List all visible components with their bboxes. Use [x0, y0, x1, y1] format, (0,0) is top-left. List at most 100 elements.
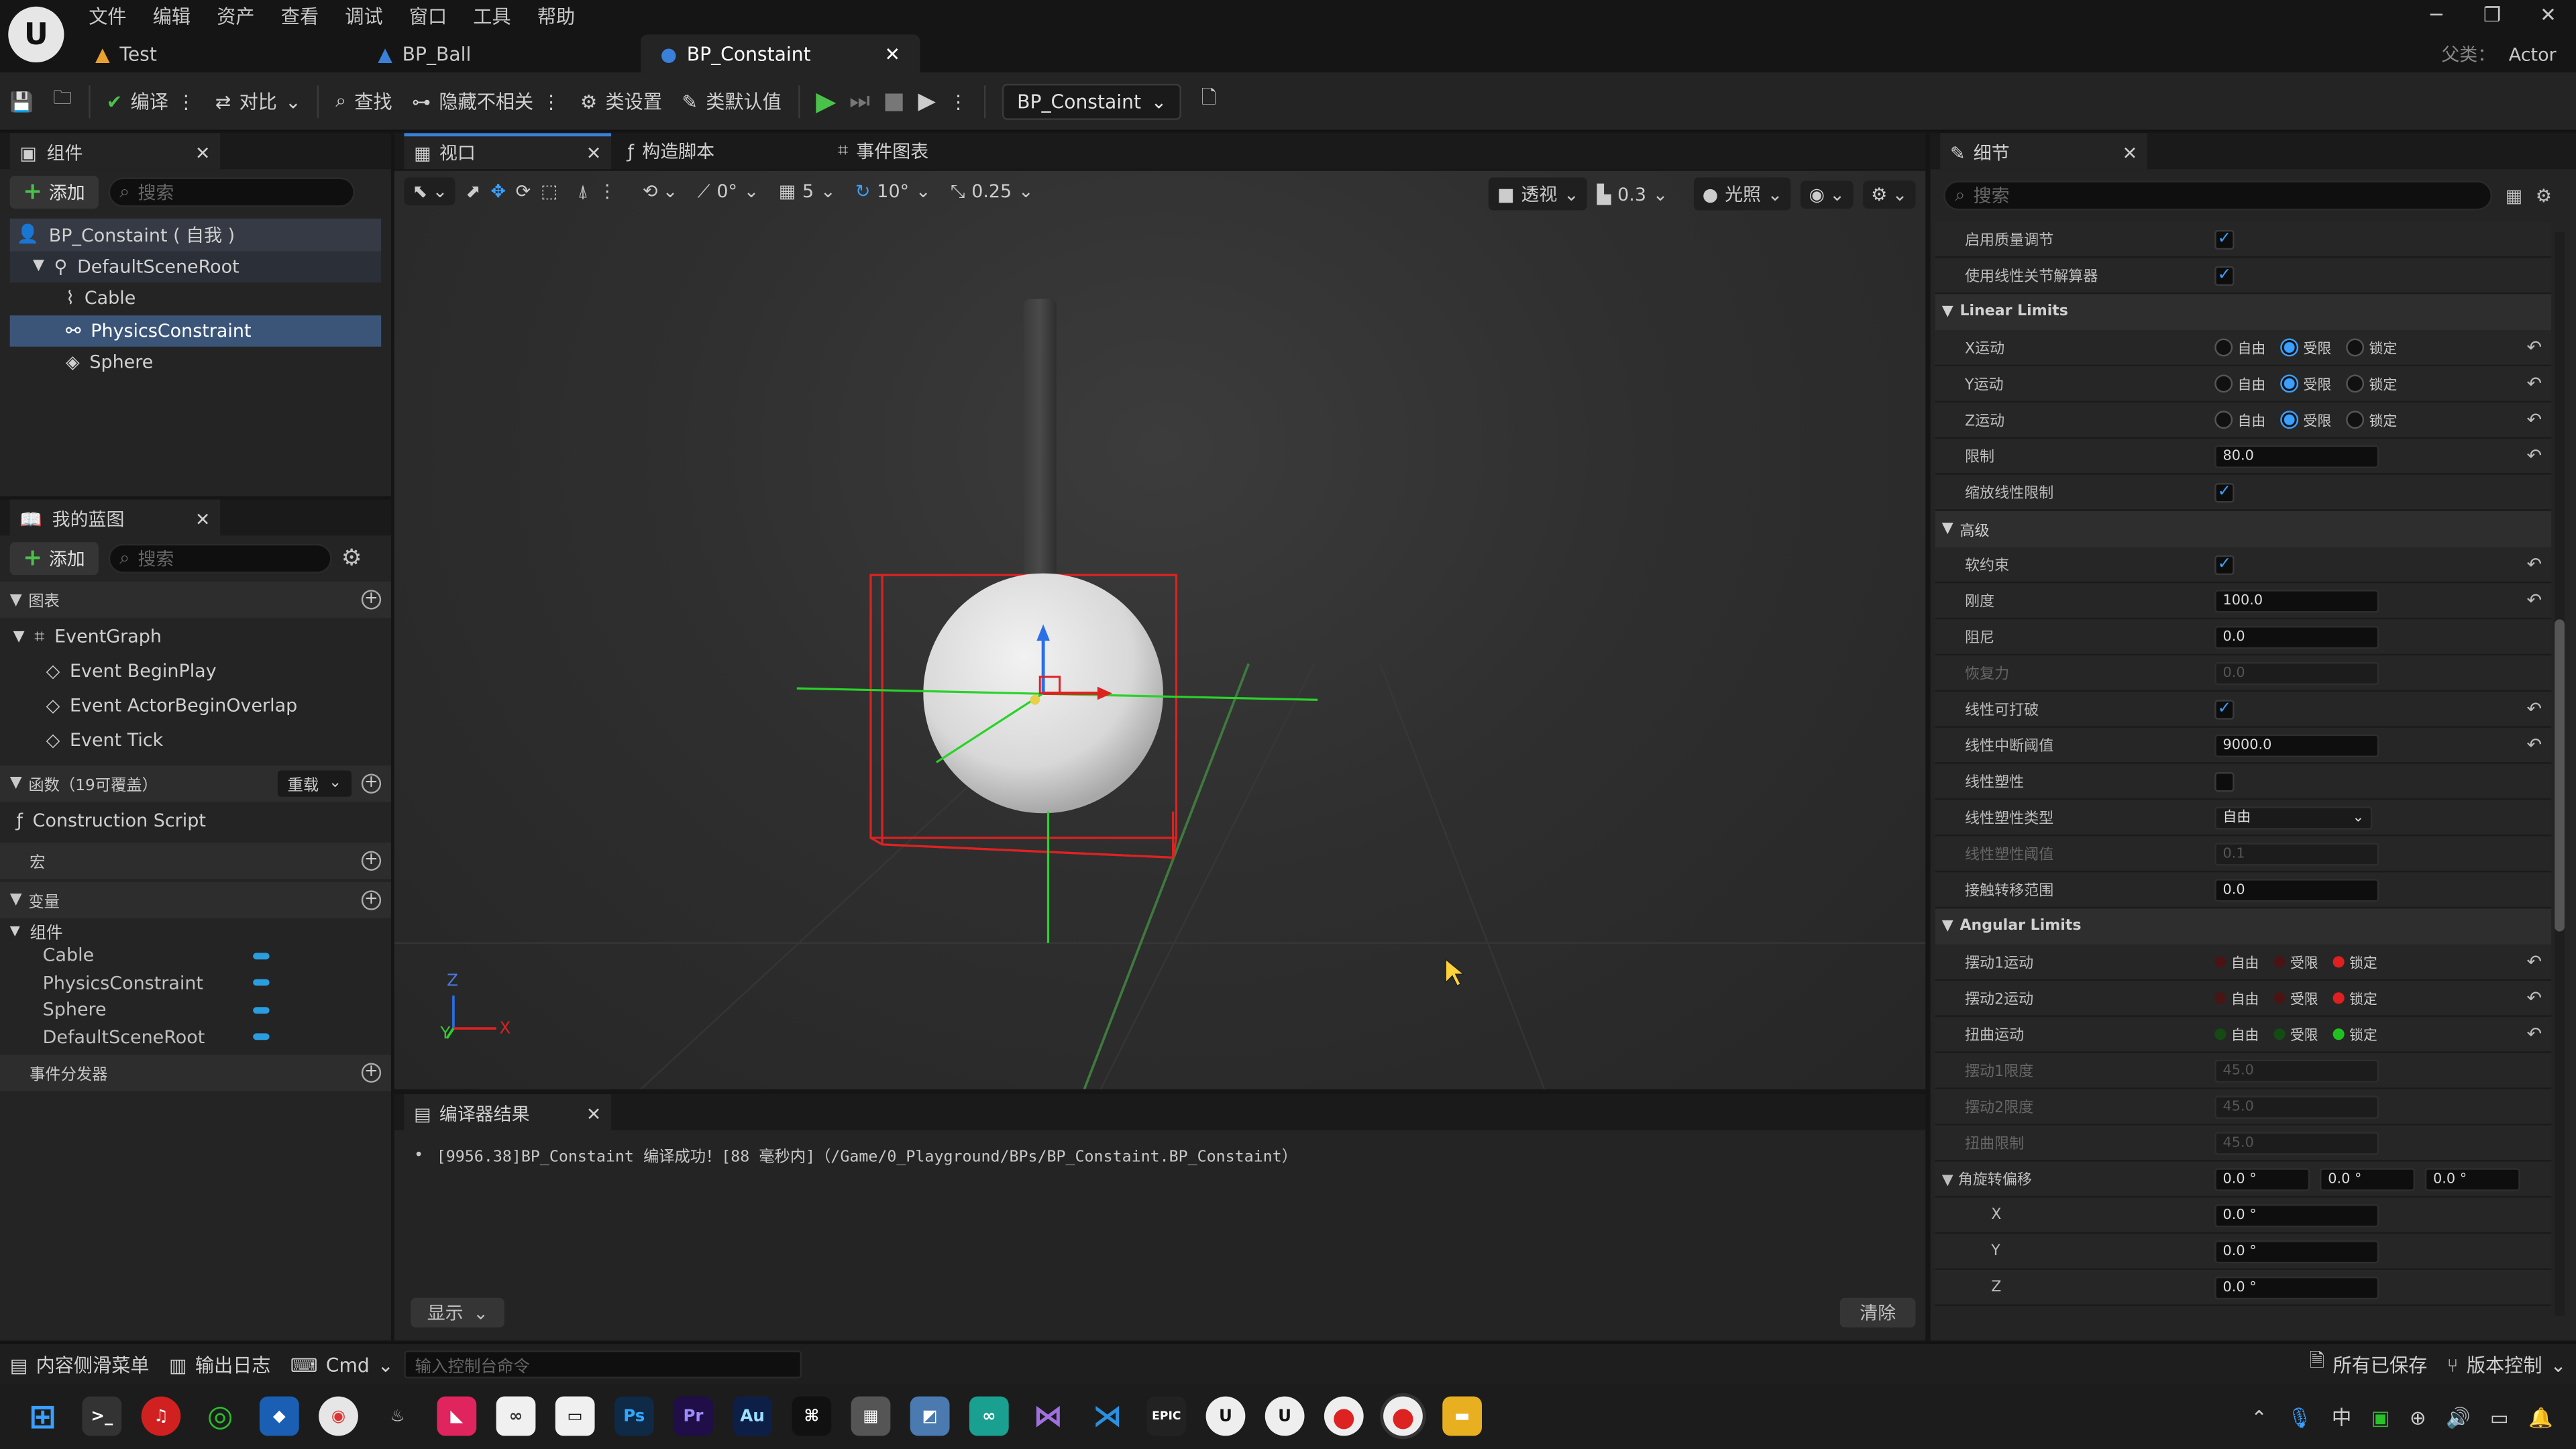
menu-file[interactable]: 文件 [89, 3, 126, 30]
radio-locked[interactable] [2346, 338, 2365, 357]
file-explorer-icon[interactable]: ▬ [1442, 1396, 1482, 1436]
tree-item-eventgraph[interactable]: ▼ ⌗ EventGraph [10, 621, 381, 653]
reset-icon[interactable]: ↶ [2527, 337, 2542, 358]
play-icon[interactable]: ▶ [816, 85, 836, 117]
category-angular-limits[interactable]: ▼ Angular Limits [1935, 908, 2552, 945]
reset-icon[interactable]: ↶ [2527, 373, 2542, 394]
tree-item-construction-script[interactable]: ƒ Construction Script [0, 801, 391, 841]
netease-music-icon[interactable]: ♫ [141, 1396, 181, 1436]
close-icon[interactable]: ✕ [884, 42, 900, 64]
gizmo-pivot[interactable] [1030, 694, 1040, 705]
save-button[interactable]: 💾 [0, 72, 43, 131]
diff-button[interactable]: ⇄ 对比 ⌄ [205, 72, 311, 131]
add-member-button[interactable]: + 添加 [9, 542, 99, 576]
close-icon[interactable]: ✕ [586, 1104, 602, 1125]
browse-button[interactable]: 🗀 [43, 72, 82, 131]
restore-icon[interactable]: ❐ [2464, 3, 2520, 26]
debug-filter-button[interactable]: 🗋 [1191, 72, 1226, 131]
radio-limited[interactable] [2273, 956, 2286, 968]
components-search-input[interactable]: ⌕ 搜索 [107, 177, 355, 207]
app-icon[interactable]: ◣ [437, 1396, 477, 1436]
scrollbar-thumb[interactable] [2555, 619, 2565, 932]
radio-limited[interactable] [2273, 1028, 2286, 1040]
close-icon[interactable]: ✕ [586, 142, 602, 164]
tab-viewport[interactable]: ▦ 视口 ✕ [404, 133, 612, 170]
add-dispatcher-icon[interactable]: + [361, 1062, 382, 1082]
limit-input[interactable]: 80.0 [2214, 444, 2379, 468]
vscode-icon[interactable]: ⋊ [1087, 1397, 1127, 1436]
show-dropdown[interactable]: 显示 ⌄ [411, 1297, 505, 1328]
tree-item-sphere[interactable]: ◈ Sphere [10, 347, 381, 379]
reset-icon[interactable]: ↶ [2527, 590, 2542, 611]
volume-icon[interactable]: 🔊 [2446, 1405, 2471, 1428]
close-window-icon[interactable]: ✕ [2520, 3, 2576, 26]
viewport-settings-dropdown[interactable]: ⚙ ⌄ [1862, 180, 1916, 208]
calculator-icon[interactable]: ▦ [851, 1396, 891, 1436]
checkbox[interactable]: ✓ [2214, 229, 2235, 250]
reset-icon[interactable]: ↶ [2527, 735, 2542, 756]
variable-row[interactable]: Sphere [43, 996, 270, 1023]
menu-help[interactable]: 帮助 [537, 3, 575, 30]
app-icon[interactable]: ◆ [259, 1396, 299, 1436]
tree-item-self[interactable]: 👤 BP_Constaint ( 自我 ) [9, 218, 382, 251]
radio-locked[interactable] [2346, 374, 2365, 393]
find-button[interactable]: ⌕ 查找 [326, 72, 402, 131]
tab-components[interactable]: ▣ 组件 ✕ [9, 133, 221, 170]
camera-speed-dropdown[interactable]: ▙ 0.3 ⌄ [1597, 183, 1668, 205]
table-view-icon[interactable]: ▦ [2506, 185, 2522, 207]
reset-icon[interactable]: ↶ [2527, 951, 2542, 973]
rotation-offset-x-input[interactable]: 0.0 ° [2214, 1167, 2310, 1191]
cable-mesh[interactable] [1023, 299, 1057, 595]
version-control-button[interactable]: ⑂ 版本控制 ⌄ [2437, 1343, 2576, 1386]
radio-locked[interactable] [2332, 1028, 2345, 1040]
output-log-button[interactable]: ▥ 输出日志 [159, 1343, 280, 1386]
checkbox[interactable]: ✓ [2214, 699, 2235, 719]
break-threshold-input[interactable]: 9000.0 [2214, 733, 2379, 757]
capcut-icon[interactable]: ⌘ [792, 1396, 832, 1436]
terminal-icon[interactable]: >_ [82, 1396, 122, 1436]
checkbox[interactable]: ✓ [2214, 265, 2235, 285]
plasticity-type-dropdown[interactable]: 自由 ⌄ [2214, 806, 2373, 829]
category-advanced[interactable]: ▼ 高级 [1935, 511, 2552, 547]
reset-icon[interactable]: ↶ [2527, 409, 2542, 431]
radio-free[interactable] [2214, 374, 2233, 393]
debug-object-dropdown[interactable]: BP_Constaint ⌄ [1002, 83, 1182, 119]
save-all-button[interactable]: 🗎 所有已保存 [2300, 1343, 2437, 1386]
app-icon[interactable]: ∞ [969, 1396, 1009, 1436]
section-event-dispatchers[interactable]: 事件分发器 + [0, 1054, 391, 1090]
start-icon[interactable]: ⊞ [23, 1397, 62, 1436]
radio-locked[interactable] [2332, 956, 2345, 968]
doc-tab-test[interactable]: ▲ Test [76, 34, 358, 72]
epic-games-icon[interactable]: EPIC [1146, 1396, 1187, 1436]
blueprint-search-input[interactable]: ⌕ 搜索 [107, 543, 332, 574]
unreal-icon[interactable]: U [1205, 1396, 1246, 1436]
network-icon[interactable]: ⊕ [2410, 1405, 2426, 1428]
contact-transfer-input[interactable]: 0.0 [2214, 877, 2379, 902]
rotation-snap-dropdown[interactable]: ↻ 10° ⌄ [855, 180, 931, 202]
doc-tab-bp-ball[interactable]: ▲ BP_Ball [358, 34, 641, 72]
menu-asset[interactable]: 资产 [217, 3, 254, 30]
reset-icon[interactable]: ↶ [2527, 987, 2542, 1009]
add-variable-icon[interactable]: + [361, 890, 382, 910]
eject-icon[interactable]: ▶ [918, 88, 936, 114]
app-icon[interactable]: ◩ [910, 1396, 950, 1436]
scale-snap-dropdown[interactable]: ⤡ 0.25 ⌄ [951, 180, 1034, 203]
grid-snap-dropdown[interactable]: ▦ 5 ⌄ [779, 180, 836, 202]
override-dropdown[interactable]: 重载 ⌄ [277, 769, 352, 796]
more-icon[interactable]: ⋮ [949, 89, 968, 112]
more-icon[interactable]: ⋮ [541, 89, 560, 112]
close-icon[interactable]: ✕ [195, 508, 211, 530]
rotation-offset-z-input[interactable]: 0.0 ° [2424, 1167, 2520, 1191]
cmd-dropdown[interactable]: ⌨ Cmd ⌄ [280, 1343, 403, 1386]
variable-row[interactable]: Cable [43, 943, 270, 969]
stiffness-input[interactable]: 100.0 [2214, 588, 2379, 612]
category-linear-limits[interactable]: ▼ Linear Limits [1935, 294, 2552, 331]
perspective-dropdown[interactable]: ■ 透视 ⌄ [1489, 177, 1587, 211]
class-settings-button[interactable]: ⚙ 类设置 [570, 72, 672, 131]
app-tray-icon[interactable]: ▣ [2371, 1405, 2390, 1428]
gear-icon[interactable]: ⚙ [2536, 185, 2552, 207]
variable-row[interactable]: PhysicsConstraint [43, 969, 270, 996]
add-graph-icon[interactable]: + [361, 590, 382, 610]
tab-compiler-results[interactable]: ▤ 编译器结果 ✕ [404, 1094, 612, 1130]
app-icon[interactable]: ▭ [555, 1396, 595, 1436]
